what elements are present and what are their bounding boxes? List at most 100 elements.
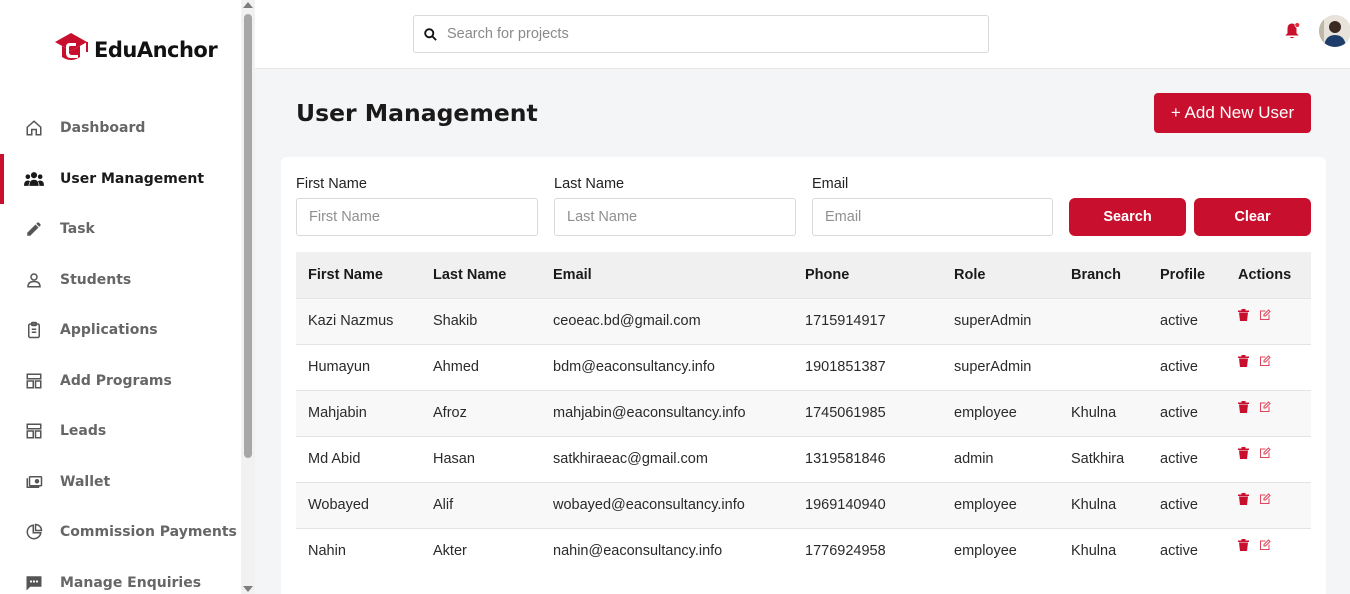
sidebar-item-students[interactable]: Students [0,255,241,306]
cell-profile: active [1148,435,1226,482]
cell-actions [1226,527,1311,574]
delete-icon[interactable] [1238,539,1249,552]
cell-branch: Khulna [1059,389,1148,436]
cell-phone: 1745061985 [793,389,942,436]
user-avatar[interactable] [1319,15,1350,47]
search-button[interactable]: Search [1069,198,1186,236]
cell-last-name: Shakib [421,297,541,344]
cell-first-name: Nahin [296,527,421,574]
sidebar-item-label: Task [60,221,95,238]
notification-bell-icon[interactable] [1283,22,1301,40]
last-name-field[interactable] [554,198,796,236]
cell-last-name: Hasan [421,435,541,482]
clipboard-icon [24,320,44,340]
add-new-user-button[interactable]: + Add New User [1154,93,1311,133]
table-row: Wobayed Alif wobayed@eaconsultancy.info 196… [296,481,1311,528]
sidebar-scrollbar[interactable] [241,0,255,594]
delete-icon[interactable] [1238,309,1249,321]
cell-actions [1226,297,1311,344]
table-row: Kazi Nazmus Shakib ceoeac.bd@gmail.com 1715… [296,297,1311,344]
cell-first-name: Kazi Nazmus [296,297,421,344]
sidebar-item-dashboard[interactable]: Dashboard [0,103,241,154]
cell-actions [1226,343,1311,390]
cell-profile: active [1148,527,1226,574]
scrollbar-thumb[interactable] [244,14,252,458]
sidebar-item-user-management[interactable]: User Management [0,153,241,205]
last-name-label: Last Name [554,176,625,192]
cell-email: nahin@eaconsultancy.info [541,527,793,574]
table-row: Nahin Akter nahin@eaconsultancy.info 177692… [296,527,1311,574]
scroll-down-arrow-icon[interactable] [243,586,253,592]
cell-role: superAdmin [942,343,1059,390]
table-row: Mahjabin Afroz mahjabin@eaconsultancy.info… [296,389,1311,436]
search-input[interactable] [447,26,967,42]
column-header-role: Role [942,252,1059,298]
chat-icon [24,573,44,593]
cell-role: employee [942,389,1059,436]
first-name-field[interactable] [296,198,538,236]
email-field[interactable] [812,198,1053,236]
cell-email: mahjabin@eaconsultancy.info [541,389,793,436]
sidebar-item-label: Wallet [60,473,111,490]
edit-icon[interactable] [1259,401,1271,413]
cell-role: superAdmin [942,297,1059,344]
cell-first-name: Wobayed [296,481,421,528]
cell-branch [1059,297,1148,344]
delete-icon[interactable] [1238,493,1249,505]
clear-button[interactable]: Clear [1194,198,1311,236]
edit-icon[interactable] [1259,539,1271,551]
sidebar-item-add-programs[interactable]: Add Programs [0,356,241,407]
home-icon [24,118,44,138]
sidebar-item-label: Dashboard [60,120,146,137]
table-row: Md Abid Hasan satkhiraeac@gmail.com 1319581… [296,435,1311,482]
cell-phone: 1319581846 [793,435,942,482]
sidebar-item-leads[interactable]: Leads [0,406,241,457]
sidebar-item-label: Applications [60,322,158,339]
email-label: Email [812,176,849,192]
sidebar: EduAnchor Dashboard User Management Task… [0,0,241,594]
cell-email: satkhiraeac@gmail.com [541,435,793,482]
cell-email: ceoeac.bd@gmail.com [541,297,793,344]
cell-profile: active [1148,343,1226,390]
cell-email: wobayed@eaconsultancy.info [541,481,793,528]
column-header-phone: Phone [793,252,942,298]
cell-profile: active [1148,297,1226,344]
scroll-up-arrow-icon[interactable] [243,2,253,8]
sidebar-item-manage-enquiries[interactable]: Manage Enquiries [0,558,241,594]
sidebar-item-task[interactable]: Task [0,204,241,255]
cell-first-name: Md Abid [296,435,421,482]
sidebar-item-label: Commission Payments [60,524,237,541]
sidebar-item-label: Add Programs [60,372,172,389]
cell-email: bdm@eaconsultancy.info [541,343,793,390]
sidebar-item-label: Students [60,271,132,288]
cell-last-name: Afroz [421,389,541,436]
search-box[interactable] [413,15,989,53]
graduation-cap-logo-icon [52,30,90,69]
sidebar-item-commission-payments[interactable]: Commission Payments [0,507,241,558]
table-header-row: First Name Last Name Email Phone Role Br… [296,252,1311,298]
sidebar-item-label: Leads [60,423,107,440]
delete-icon[interactable] [1238,401,1249,413]
pencil-icon [24,219,44,239]
edit-icon[interactable] [1259,355,1271,367]
edit-icon[interactable] [1259,493,1271,505]
pie-chart-icon [24,522,44,542]
program-icon [24,371,44,391]
cell-branch: Satkhira [1059,435,1148,482]
delete-icon[interactable] [1238,355,1249,367]
person-icon [24,270,44,290]
sidebar-item-applications[interactable]: Applications [0,305,241,356]
cell-actions [1226,435,1311,482]
delete-icon[interactable] [1238,447,1249,459]
cell-branch [1059,343,1148,390]
column-header-branch: Branch [1059,252,1148,298]
edit-icon[interactable] [1259,447,1271,459]
cell-role: employee [942,481,1059,528]
edit-icon[interactable] [1259,309,1271,321]
column-header-last-name: Last Name [421,252,541,298]
cell-actions [1226,481,1311,528]
sidebar-item-wallet[interactable]: Wallet [0,457,241,508]
brand-logo[interactable]: EduAnchor [52,30,218,69]
cell-profile: active [1148,389,1226,436]
cell-first-name: Mahjabin [296,389,421,436]
